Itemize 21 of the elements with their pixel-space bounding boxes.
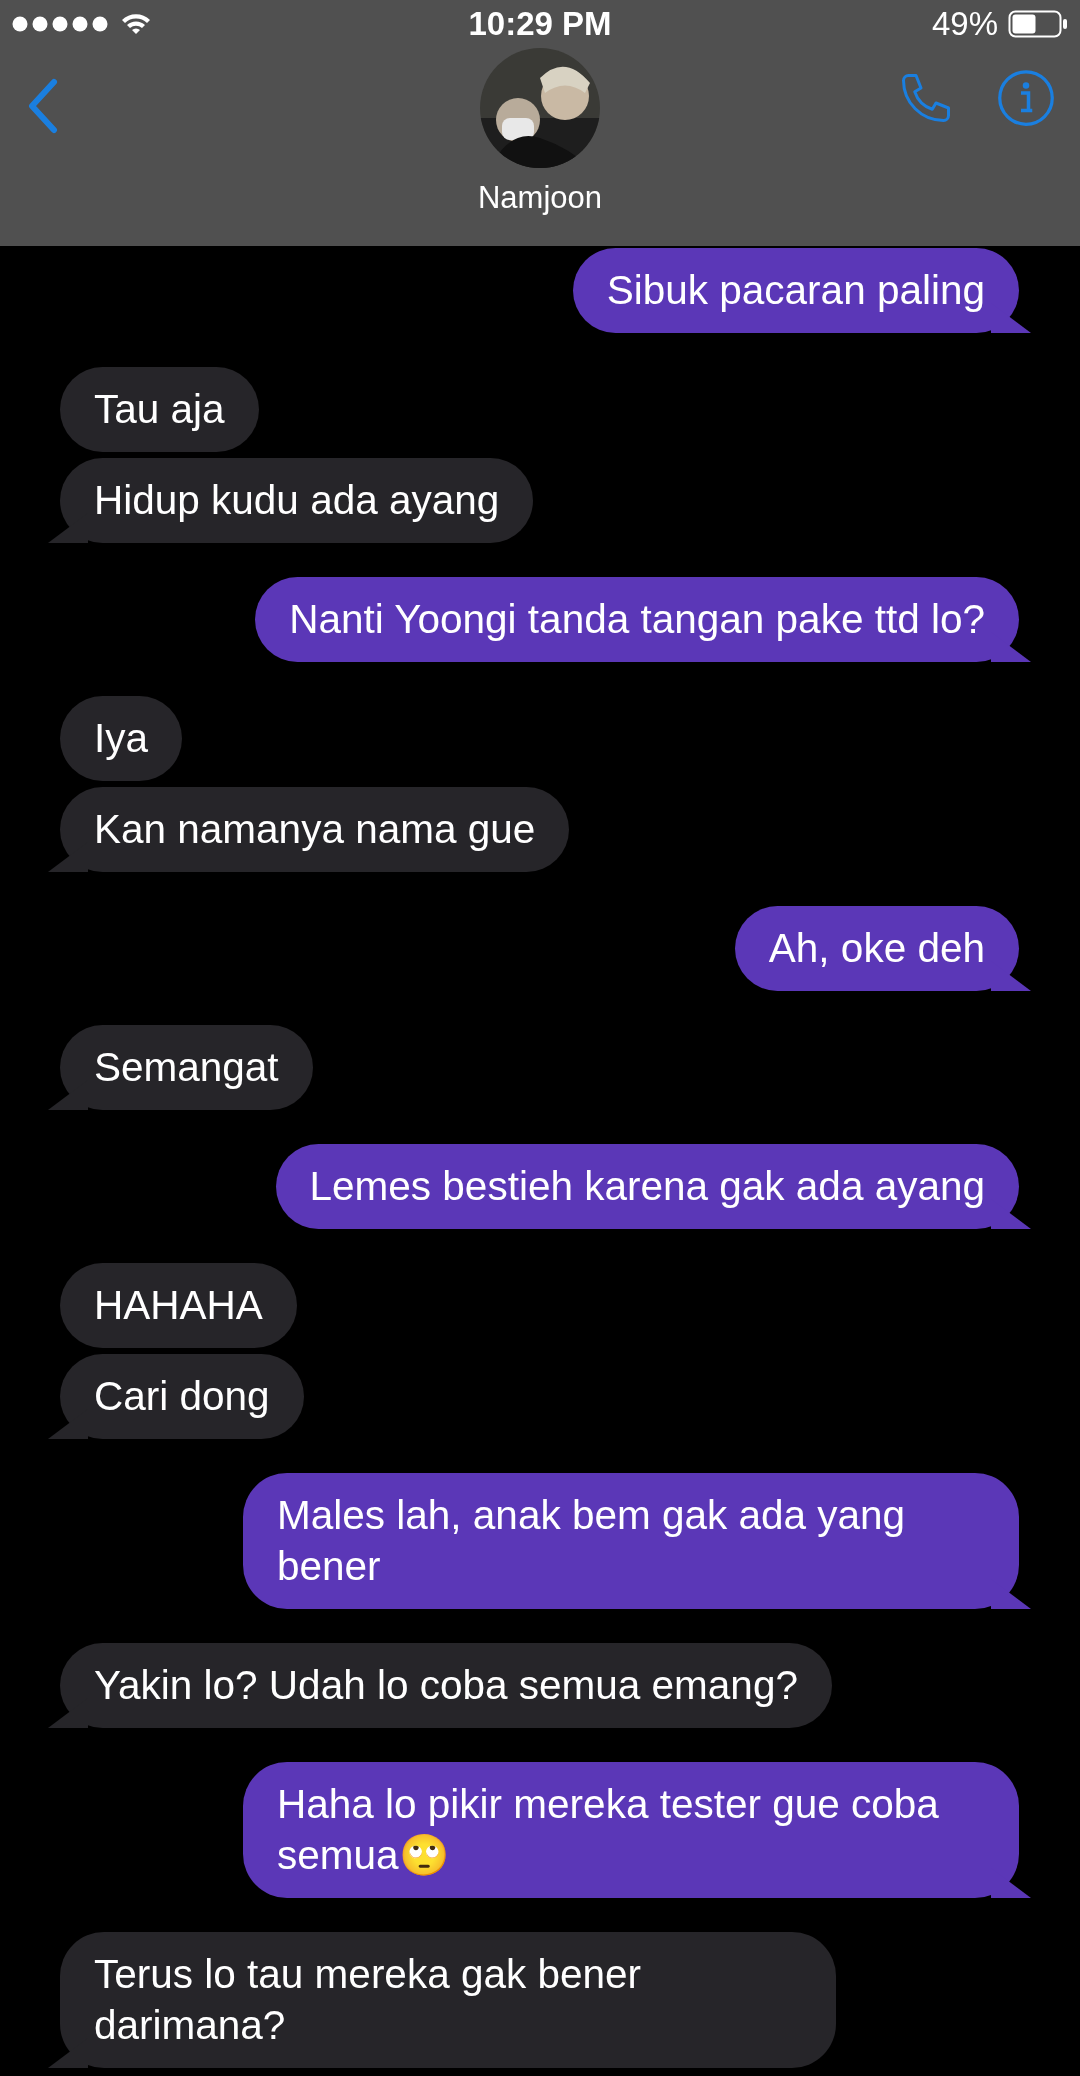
- received-message: Tau aja: [48, 367, 259, 452]
- info-icon[interactable]: [996, 68, 1056, 128]
- received-message: Iya: [48, 696, 183, 781]
- received-message: Terus lo tau mereka gak bener darimana?: [48, 1932, 836, 2068]
- received-message: Kan namanya nama gue: [48, 787, 570, 872]
- received-message: Yakin lo? Udah lo coba semua emang?: [48, 1643, 832, 1728]
- sent-message: Males lah, anak bem gak ada yang bener: [243, 1473, 1031, 1609]
- received-message: Hidup kudu ada ayang: [48, 458, 534, 543]
- received-message: Semangat: [48, 1025, 313, 1110]
- received-message: HAHAHA: [48, 1263, 297, 1348]
- sent-message: Sibuk pacaran paling: [572, 248, 1031, 333]
- status-time: 10:29 PM: [468, 5, 612, 43]
- sent-message: Haha lo pikir mereka tester gue coba semua🙄: [243, 1762, 1031, 1898]
- wifi-icon: [120, 12, 152, 36]
- contact-name: Namjoon: [477, 180, 603, 216]
- sent-message: Nanti Yoongi tanda tangan pake ttd lo?: [255, 577, 1031, 662]
- battery-icon: [1008, 10, 1068, 38]
- received-message: Cari dong: [48, 1354, 304, 1439]
- sent-message: Lemes bestieh karena gak ada ayang: [275, 1144, 1031, 1229]
- battery-percent: 49%: [931, 5, 998, 43]
- sent-message: Ah, oke deh: [734, 906, 1031, 991]
